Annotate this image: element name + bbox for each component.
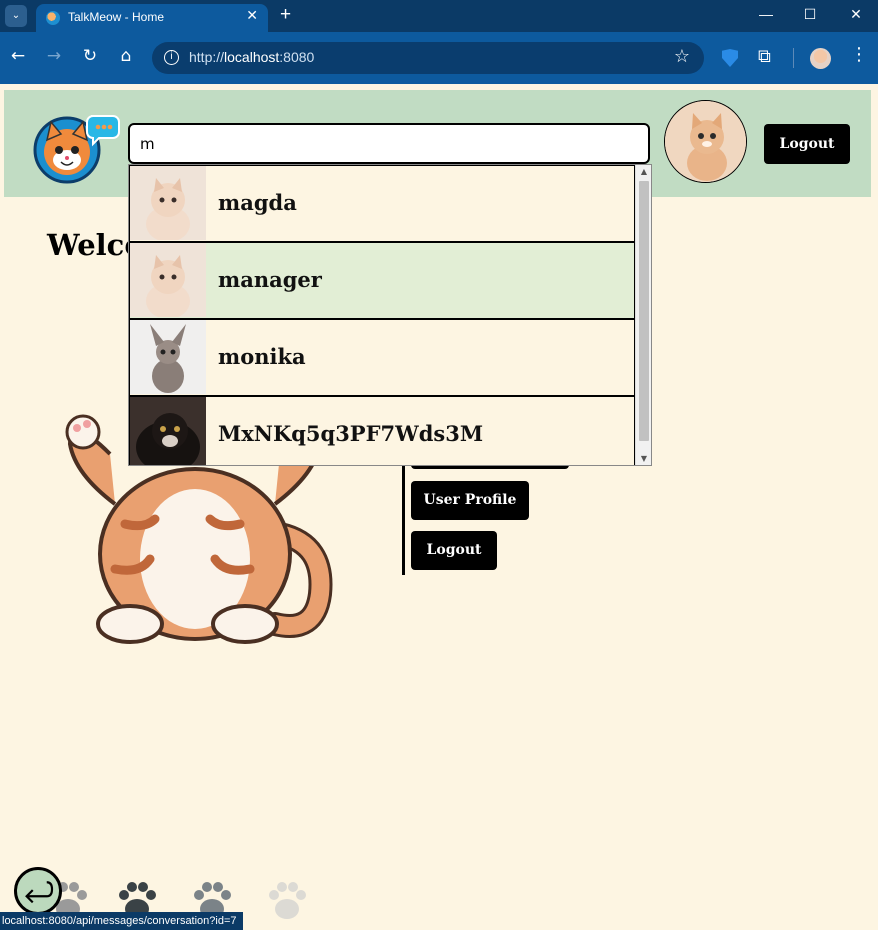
user-avatar[interactable] [664,100,747,183]
forward-arrow-icon[interactable]: → [42,46,66,66]
favicon-icon [46,11,60,25]
result-username: monika [218,344,306,369]
tab-title: TalkMeow - Home [68,10,165,24]
address-bar[interactable]: i http://localhost:8080 ☆ [152,42,704,74]
header-logout-button[interactable]: Logout [764,124,850,164]
result-username: MxNKq5q3PF7Wds3M [218,421,484,446]
back-button[interactable] [14,867,62,915]
cat-avatar-icon [665,101,746,182]
browser-profile-avatar[interactable] [810,48,831,69]
search-results-list: magda manager monika MxNKq5q3PF7Wds3M [129,165,635,465]
user-search-input[interactable] [128,123,650,164]
sphynx-cat-icon [130,320,206,394]
black-longhair-cat-icon [130,397,206,465]
side-menu-divider [402,454,405,575]
browser-tab-strip: ⌄ TalkMeow - Home ✕ + — ☐ ✕ [0,0,878,32]
talkmeow-logo-icon[interactable] [31,106,121,184]
bookmark-star-icon[interactable]: ☆ [674,46,690,67]
result-avatar [130,320,206,394]
result-avatar [130,397,206,465]
cream-cat-icon [130,166,206,240]
browser-toolbar: ← → ↻ ⌂ i http://localhost:8080 ☆ ⧉ ⋮ [0,32,878,84]
browser-tab[interactable]: TalkMeow - Home ✕ [36,4,268,32]
back-arrow-icon[interactable]: ← [6,46,30,66]
page: Logout Welco User Profile Logout [0,84,878,930]
browser-menu-icon[interactable]: ⋮ [850,44,868,65]
maximize-icon[interactable]: ☐ [795,6,825,23]
result-username: magda [218,190,297,215]
site-info-icon[interactable]: i [164,50,179,65]
result-avatar [130,243,206,317]
home-icon[interactable]: ⌂ [114,46,138,66]
scroll-down-icon[interactable]: ▼ [636,454,652,463]
return-arrow-icon [25,881,54,904]
new-tab-icon[interactable]: + [280,4,291,26]
status-bar-url: localhost:8080/api/messages/conversation… [0,912,243,930]
search-result-item[interactable]: monika [129,319,635,396]
minimize-icon[interactable]: — [751,6,781,22]
result-avatar [130,166,206,240]
extensions-puzzle-icon[interactable]: ⧉ [758,46,771,67]
side-logout-button[interactable]: Logout [411,531,497,570]
shield-extension-icon[interactable] [722,49,738,67]
scrollbar-thumb[interactable] [639,181,649,441]
cream-cat-icon [130,243,206,317]
reload-icon[interactable]: ↻ [78,46,102,66]
close-window-icon[interactable]: ✕ [841,6,871,23]
address-url: http://localhost:8080 [189,49,315,65]
paw-print-icon [269,882,306,919]
scroll-up-icon[interactable]: ▲ [636,167,652,176]
result-username: manager [218,267,322,292]
search-results-dropdown: magda manager monika MxNKq5q3PF7Wds3M ▲ … [128,164,652,466]
search-result-item[interactable]: MxNKq5q3PF7Wds3M [129,396,635,465]
tab-close-icon[interactable]: ✕ [246,8,258,24]
search-result-item[interactable]: magda [129,165,635,242]
dropdown-scrollbar[interactable]: ▲ ▼ [635,165,651,465]
toolbar-divider [793,48,794,68]
search-result-item-highlighted[interactable]: manager [129,242,635,319]
user-profile-button[interactable]: User Profile [411,481,529,520]
tab-search-icon[interactable]: ⌄ [5,5,27,27]
